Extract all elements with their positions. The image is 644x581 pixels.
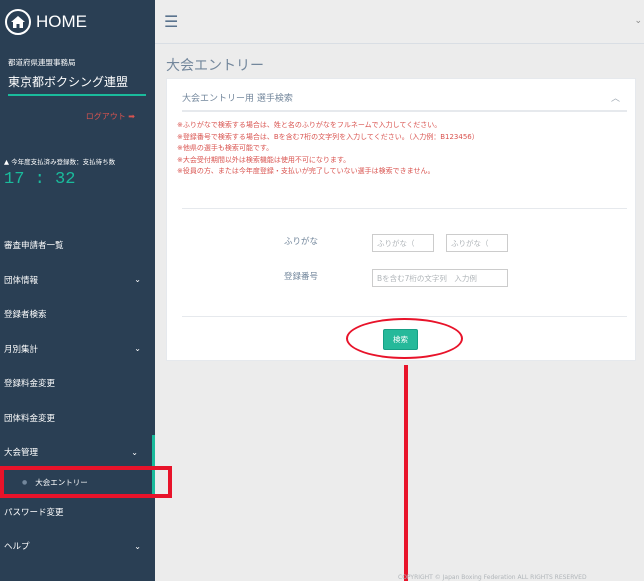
furigana-sei-input[interactable]: ふりがな（ bbox=[372, 234, 434, 252]
home-label: HOME bbox=[36, 12, 87, 31]
instruction-line: ※登録番号で検索する場合は、Bを含む7桁の文字列を入力してください。（入力例：B… bbox=[177, 132, 479, 141]
chevron-down-icon: ⌄ bbox=[131, 447, 138, 457]
chevron-down-icon: ⌄ bbox=[134, 344, 141, 354]
chevron-up-icon[interactable]: ︿ bbox=[611, 91, 620, 104]
instruction-line: ※他県の選手も検索可能です。 bbox=[177, 144, 274, 152]
home-icon bbox=[5, 9, 31, 35]
registration-count: 17 : 32 bbox=[4, 170, 76, 189]
instructions: ※ふりがなで検索する場合は、姓と名のふりがなをフルネームで入力してください。 ※… bbox=[177, 120, 479, 178]
menu-toggle-icon[interactable]: ☰ bbox=[164, 12, 178, 31]
registration-number-input[interactable]: Bを含む7桁の文字列 入力例 bbox=[372, 269, 508, 287]
sidebar-item-registration-fee[interactable]: 登録料金変更 bbox=[0, 366, 155, 401]
home-link[interactable]: HOME bbox=[0, 0, 155, 44]
chevron-down-icon: ⌄ bbox=[134, 541, 141, 551]
sidebar-item-review-applicants[interactable]: 審査申請者一覧 bbox=[0, 228, 155, 263]
instruction-line: ※ふりがなで検索する場合は、姓と名のふりがなをフルネームで入力してください。 bbox=[177, 121, 442, 129]
divider bbox=[182, 316, 627, 317]
sidebar-item-registrant-search[interactable]: 登録者検索 bbox=[0, 297, 155, 332]
top-bar: ☰ bbox=[155, 0, 644, 44]
page-title: 大会エントリー bbox=[166, 58, 264, 74]
sidebar-item-monthly-summary[interactable]: 月別集計 ⌄ bbox=[0, 332, 155, 367]
sidebar-item-password-change[interactable]: パスワード変更 bbox=[0, 495, 155, 530]
sidebar-item-org-fee[interactable]: 団体料金変更 bbox=[0, 401, 155, 436]
instruction-line: ※役員の方、または今年度登録・支払いが完了していない選手は検索できません。 bbox=[177, 167, 435, 175]
sidebar-item-help[interactable]: ヘルプ ⌄ bbox=[0, 529, 155, 564]
furigana-label: ふりがな bbox=[283, 237, 318, 247]
registration-label: ▲ 今年度支払済み登録数：支払待ち数 bbox=[4, 158, 116, 166]
highlight-rectangle bbox=[0, 466, 172, 498]
chevron-down-icon[interactable]: ⌄ bbox=[634, 16, 642, 26]
divider bbox=[182, 208, 627, 209]
annotation-arrow-line bbox=[404, 365, 408, 581]
footer-copyright: COPYRIGHT © Japan Boxing Federation ALL … bbox=[398, 574, 587, 581]
panel-title: 大会エントリー用 選手検索 bbox=[182, 94, 293, 104]
user-icon: ▲ bbox=[4, 158, 9, 166]
org-role-label: 都道府県連盟事務局 bbox=[8, 58, 76, 67]
sidebar-item-org-info[interactable]: 団体情報 ⌄ bbox=[0, 263, 155, 298]
sidebar-item-tournament-management[interactable]: 大会管理 ⌄ bbox=[0, 435, 155, 470]
furigana-mei-input[interactable]: ふりがな（ bbox=[446, 234, 508, 252]
chevron-down-icon: ⌄ bbox=[134, 275, 141, 285]
highlight-ellipse bbox=[346, 318, 463, 359]
registration-number-label: 登録番号 bbox=[283, 272, 318, 282]
sidebar-nav: 審査申請者一覧 団体情報 ⌄ 登録者検索 月別集計 ⌄ 登録料金変更 団体料金変… bbox=[0, 228, 155, 564]
org-name: 東京都ボクシング連盟 bbox=[8, 73, 146, 96]
instruction-line: ※大会受付期間以外は検索機能は使用不可になります。 bbox=[177, 155, 351, 164]
divider bbox=[182, 110, 627, 112]
logout-link[interactable]: ログアウト ➡ bbox=[8, 111, 145, 122]
